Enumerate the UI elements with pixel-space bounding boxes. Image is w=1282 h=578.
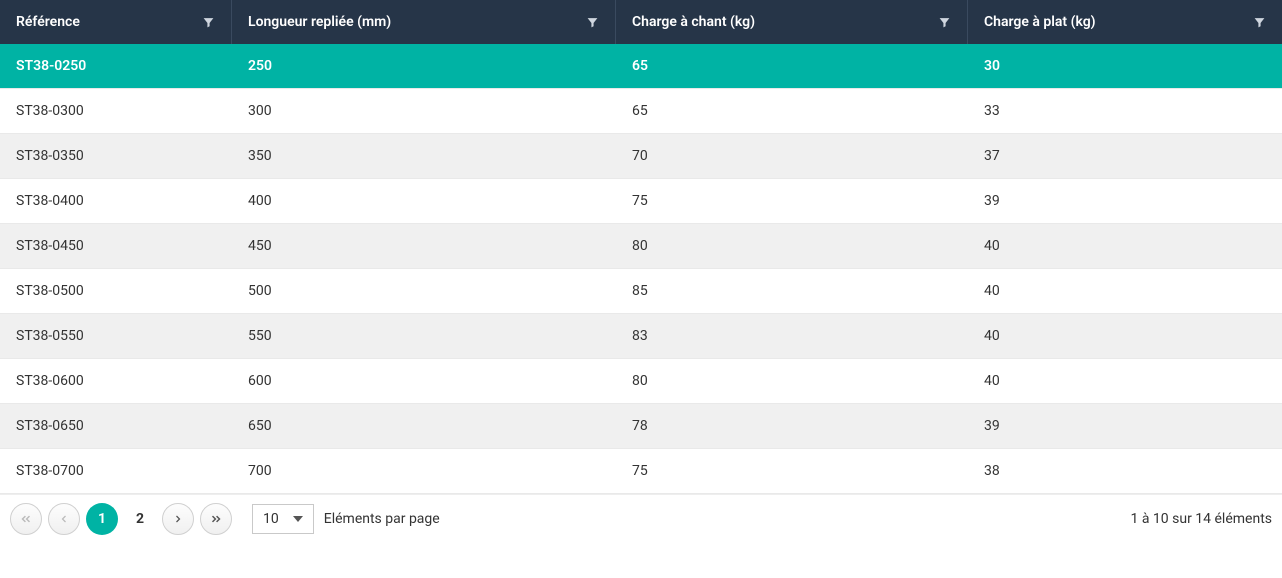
page-number-2[interactable]: 2 <box>124 503 156 535</box>
page-size-select[interactable]: 10 <box>252 504 314 534</box>
cell-ref: ST38-0400 <box>0 179 232 223</box>
cell-ref: ST38-0500 <box>0 269 232 313</box>
column-header-plat[interactable]: Charge à plat (kg) <box>968 0 1282 44</box>
cell-len: 500 <box>232 269 616 313</box>
cell-len: 350 <box>232 134 616 178</box>
cell-chant: 65 <box>616 44 968 88</box>
chevron-double-left-icon <box>19 512 33 526</box>
cell-plat: 40 <box>968 359 1282 403</box>
page-size-control: 10 Eléments par page <box>252 504 440 534</box>
table-row[interactable]: ST38-04504508040 <box>0 224 1282 269</box>
column-header-label: Longueur repliée (mm) <box>248 14 391 30</box>
cell-plat: 30 <box>968 44 1282 88</box>
table-row[interactable]: ST38-03503507037 <box>0 134 1282 179</box>
filter-icon[interactable] <box>1252 15 1266 29</box>
filter-icon[interactable] <box>201 15 215 29</box>
chevron-double-right-icon <box>209 512 223 526</box>
table-row[interactable]: ST38-02502506530 <box>0 44 1282 89</box>
cell-len: 550 <box>232 314 616 358</box>
cell-plat: 40 <box>968 269 1282 313</box>
cell-plat: 40 <box>968 224 1282 268</box>
pagination-controls: 12 10 Eléments par page <box>10 503 440 535</box>
cell-ref: ST38-0350 <box>0 134 232 178</box>
next-page-button[interactable] <box>162 503 194 535</box>
prev-page-button[interactable] <box>48 503 80 535</box>
cell-len: 400 <box>232 179 616 223</box>
page-size-label: Eléments par page <box>324 511 440 527</box>
page-numbers: 12 <box>86 503 156 535</box>
cell-ref: ST38-0300 <box>0 89 232 133</box>
cell-len: 600 <box>232 359 616 403</box>
pagination-summary: 1 à 10 sur 14 éléments <box>1131 511 1273 527</box>
column-header-label: Charge à chant (kg) <box>632 14 755 30</box>
filter-icon[interactable] <box>937 15 951 29</box>
cell-chant: 70 <box>616 134 968 178</box>
cell-plat: 33 <box>968 89 1282 133</box>
page-size-value: 10 <box>263 511 279 527</box>
cell-plat: 38 <box>968 449 1282 493</box>
cell-ref: ST38-0700 <box>0 449 232 493</box>
caret-down-icon <box>293 516 303 522</box>
table-header-row: Référence Longueur repliée (mm) Charge à c… <box>0 0 1282 44</box>
table-row[interactable]: ST38-06006008040 <box>0 359 1282 404</box>
cell-len: 300 <box>232 89 616 133</box>
chevron-right-icon <box>172 513 184 525</box>
column-header-chant[interactable]: Charge à chant (kg) <box>616 0 968 44</box>
cell-plat: 39 <box>968 404 1282 448</box>
pagination-bar: 12 10 Eléments par page 1 à 10 sur 14 él… <box>0 494 1282 545</box>
cell-ref: ST38-0600 <box>0 359 232 403</box>
table-row[interactable]: ST38-05505508340 <box>0 314 1282 359</box>
cell-len: 650 <box>232 404 616 448</box>
cell-chant: 83 <box>616 314 968 358</box>
table-row[interactable]: ST38-07007007538 <box>0 449 1282 494</box>
cell-ref: ST38-0650 <box>0 404 232 448</box>
cell-ref: ST38-0450 <box>0 224 232 268</box>
cell-len: 700 <box>232 449 616 493</box>
cell-chant: 85 <box>616 269 968 313</box>
filter-icon[interactable] <box>585 15 599 29</box>
cell-chant: 75 <box>616 179 968 223</box>
column-header-label: Charge à plat (kg) <box>984 14 1096 30</box>
page-number-1[interactable]: 1 <box>86 503 118 535</box>
cell-ref: ST38-0250 <box>0 44 232 88</box>
column-header-len[interactable]: Longueur repliée (mm) <box>232 0 616 44</box>
cell-chant: 80 <box>616 224 968 268</box>
table-body: ST38-02502506530ST38-03003006533ST38-035… <box>0 44 1282 494</box>
table-row[interactable]: ST38-06506507839 <box>0 404 1282 449</box>
cell-chant: 80 <box>616 359 968 403</box>
table-row[interactable]: ST38-03003006533 <box>0 89 1282 134</box>
table-row[interactable]: ST38-04004007539 <box>0 179 1282 224</box>
cell-plat: 39 <box>968 179 1282 223</box>
chevron-left-icon <box>58 513 70 525</box>
cell-len: 250 <box>232 44 616 88</box>
cell-chant: 78 <box>616 404 968 448</box>
data-grid: Référence Longueur repliée (mm) Charge à c… <box>0 0 1282 494</box>
first-page-button[interactable] <box>10 503 42 535</box>
cell-plat: 37 <box>968 134 1282 178</box>
cell-len: 450 <box>232 224 616 268</box>
cell-chant: 75 <box>616 449 968 493</box>
last-page-button[interactable] <box>200 503 232 535</box>
column-header-ref[interactable]: Référence <box>0 0 232 44</box>
table-row[interactable]: ST38-05005008540 <box>0 269 1282 314</box>
cell-ref: ST38-0550 <box>0 314 232 358</box>
cell-plat: 40 <box>968 314 1282 358</box>
column-header-label: Référence <box>16 14 80 30</box>
cell-chant: 65 <box>616 89 968 133</box>
